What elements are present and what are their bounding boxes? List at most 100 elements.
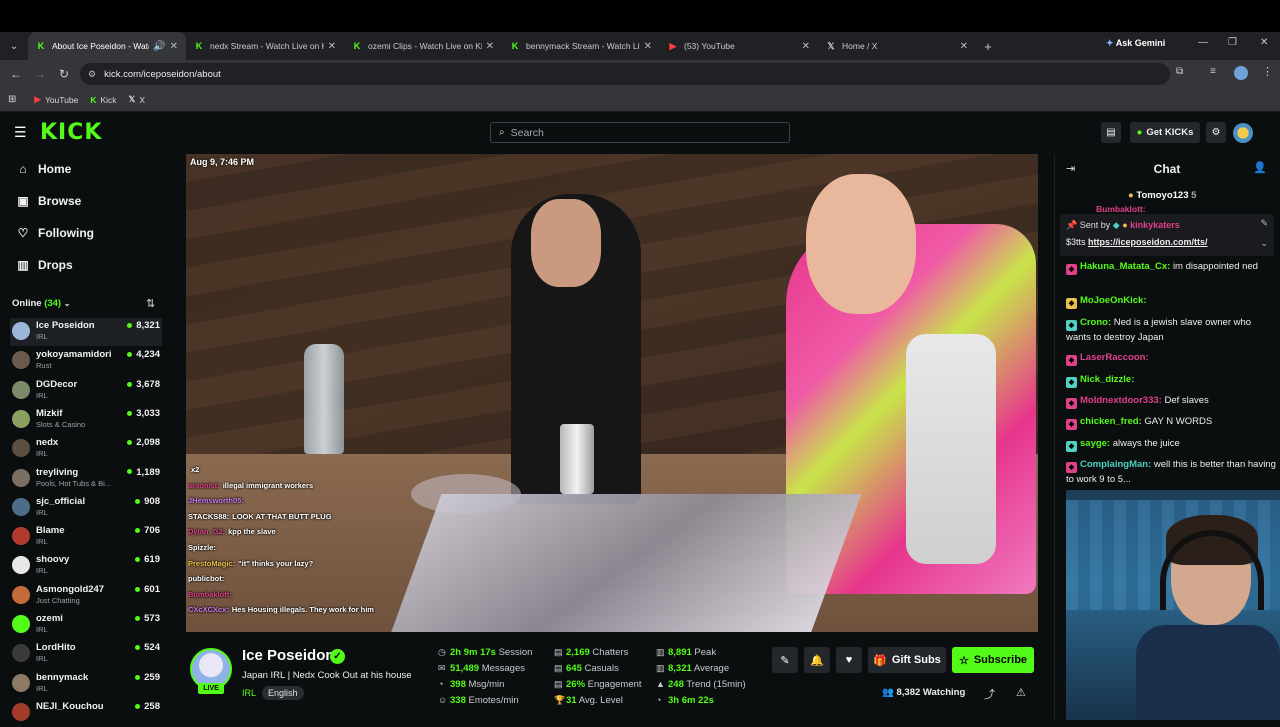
chat-username[interactable]: ComplaingMan: [1080,459,1151,470]
chat-message[interactable]: ◆ chicken_fred: GAY N WORDS [1066,415,1276,430]
overlay-chat-line: STACKS88: LOOK AT THAT BUTT PLUG [188,512,388,528]
stream-category[interactable]: IRL [242,688,256,698]
pinned-text: $3tts [1066,237,1086,247]
streamer-name[interactable]: Ice Poseidon [242,647,335,664]
chat-message[interactable]: ◆ Nick_dizzle: [1066,373,1276,388]
chat-message[interactable]: ◆ MoJoeOnKick: [1066,294,1276,309]
close-icon[interactable]: ✕ [644,41,652,52]
close-icon[interactable]: ✕ [328,41,336,52]
follow-heart-icon[interactable]: ♥ [836,647,862,673]
sidebar-channel-item[interactable]: ozemi IRL 573 [10,611,162,639]
audio-icon[interactable]: 🔊 [153,41,165,52]
sidebar-item-following[interactable]: ♡ Following [16,226,94,240]
sort-icon[interactable]: ⇅ [146,297,155,310]
chat-message[interactable]: ◆ Crono: Ned is a jewish slave owner who … [1066,316,1276,345]
share-icon[interactable]: ⤴ [984,686,995,702]
bell-icon[interactable]: 🔔 [804,647,830,673]
top-gifter[interactable]: ● Tomoyo123 5 [1128,190,1196,201]
pinned-link[interactable]: https://iceposeidon.com/tts/ [1088,237,1208,247]
chat-username[interactable]: Hakuna_Matata_Cx: [1080,261,1170,272]
gift-subs-button[interactable]: 🎁 Gift Subs [868,647,946,673]
close-icon[interactable]: ✕ [802,41,810,52]
close-window-button[interactable]: ✕ [1260,37,1268,48]
sidebar-channel-item[interactable]: Mizkif Slots & Casino 3,033 [10,406,162,434]
tab-ozemi[interactable]: K ozemi Clips - Watch Live on Ki ✕ [344,32,502,60]
tab-about-ice-poseidon[interactable]: K About Ice Poseidon - Watch 🔊 ✕ [28,32,186,60]
restore-button[interactable]: ❐ [1228,37,1237,48]
get-kicks-button[interactable]: ● Get KICKs [1130,122,1200,143]
sidebar-channel-item[interactable]: nedx IRL 2,098 [10,435,162,463]
hamburger-menu-icon[interactable]: ☰ [14,124,27,141]
close-icon[interactable]: ✕ [170,41,178,52]
chevron-down-icon[interactable]: ⌄ [1260,238,1268,249]
bookmark-youtube[interactable]: ▶ YouTube [34,94,78,105]
close-icon[interactable]: ✕ [486,41,494,52]
ask-gemini-button[interactable]: ✦ Ask Gemini [1106,38,1165,49]
sidebar-channel-item[interactable]: LordHito IRL 524 [10,640,162,668]
site-info-icon[interactable]: ⚙ [88,69,96,80]
forward-icon[interactable]: → [28,67,52,81]
chat-username[interactable]: MoJoeOnKick: [1080,295,1147,306]
url-field[interactable]: ⚙ kick.com/iceposeidon/about [80,63,1170,85]
chat-username[interactable]: chicken_fred: [1080,416,1142,427]
settings-gear-icon[interactable]: ⚙ [1206,122,1226,143]
sidebar-channel-item[interactable]: yokoyamamidori Rust 4,234 [10,347,162,375]
tab-youtube[interactable]: ▶ (53) YouTube ✕ [660,32,818,60]
back-icon[interactable]: ← [4,67,28,81]
new-tab-button[interactable]: + [976,39,1000,54]
channel-name: nedx [36,437,59,449]
user-avatar[interactable] [1233,123,1253,143]
sidebar-item-drops[interactable]: ▥ Drops [16,258,72,272]
sidebar-channel-item[interactable]: DGDecor IRL 3,678 [10,377,162,405]
tab-bennymack[interactable]: K bennymack Stream - Watch Liv ✕ [502,32,660,60]
kick-logo[interactable]: KICK [40,120,102,145]
close-icon[interactable]: ✕ [960,41,968,52]
chat-username[interactable]: LaserRaccoon: [1080,352,1149,363]
channel-name: Ice Poseidon [36,320,95,331]
online-header[interactable]: Online (34) ⌄ [12,298,70,309]
chat-message[interactable]: ◆ ComplaingMan: well this is better than … [1066,458,1276,487]
report-icon[interactable]: ⚠ [1016,686,1026,699]
sidebar-channel-item[interactable]: NEJI_Kouchou 258 [10,699,162,727]
chat-username[interactable]: Nick_dizzle: [1080,374,1134,385]
apps-icon[interactable]: ⊞ [8,94,16,105]
bookmark-x[interactable]: 𝕏X [129,94,146,105]
unpin-icon[interactable]: ✎ [1260,218,1268,229]
media-icon[interactable]: ≡ [1210,66,1216,77]
pinned-message[interactable]: 📌 Sent by ◆ ● kinkykaters $3tts https://… [1060,214,1274,256]
tab-x-home[interactable]: 𝕏 Home / X ✕ [818,32,976,60]
chat-username[interactable]: sayge: [1080,438,1110,449]
search-placeholder: Search [510,126,544,139]
sidebar-channel-item[interactable]: treyliving Pools, Hot Tubs & Bi... 1,189 [10,465,162,493]
menu-icon[interactable]: ⋮ [1262,65,1273,78]
sidebar-item-home[interactable]: ⌂ Home [16,162,71,176]
sidebar-channel-item[interactable]: bennymack IRL 259 [10,670,162,698]
stream-language-tag[interactable]: English [262,686,304,700]
sidebar-channel-item[interactable]: Blame IRL 706 [10,523,162,551]
subscribe-button[interactable]: ☆ Subscribe [952,647,1034,673]
sidebar-item-browse[interactable]: ▣ Browse [16,194,81,208]
sidebar-channel-item[interactable]: sjc_official IRL 908 [10,494,162,522]
extensions-icon[interactable]: ⧉ [1176,66,1183,77]
chat-message[interactable]: ◆ Moldnextdoor333: Def slaves [1066,394,1276,409]
chat-message[interactable]: ◆ sayge: always the juice [1066,437,1276,452]
gemini-icon: ✦ [1106,38,1114,48]
search-input[interactable]: ⌕ Search [490,122,790,143]
pin-icon[interactable]: ✎ [772,647,798,673]
chat-message[interactable]: ◆ Hakuna_Matata_Cx: im disappointed ned [1066,260,1276,275]
chat-message[interactable]: ◆ LaserRaccoon: [1066,351,1276,366]
chat-username[interactable]: Crono: [1080,317,1111,328]
tab-nedx[interactable]: K nedx Stream - Watch Live on Ki ✕ [186,32,344,60]
tab-search-button[interactable]: ⌄ [0,41,28,52]
chat-users-icon[interactable]: 👤 [1253,161,1267,174]
sidebar-channel-item[interactable]: Ice Poseidon IRL 8,321 [10,318,162,346]
video-scene-can [560,424,594,494]
profile-avatar[interactable] [1234,66,1248,80]
reload-icon[interactable]: ↻ [52,67,76,81]
sidebar-channel-item[interactable]: Asmongold247 Just Chatting 601 [10,582,162,610]
chat-username[interactable]: Moldnextdoor333: [1080,395,1162,406]
bookmark-kick[interactable]: K Kick [90,95,116,105]
sidebar-channel-item[interactable]: shoovy IRL 619 [10,552,162,580]
minimize-button[interactable]: — [1198,37,1208,48]
layout-icon[interactable]: ▤ [1101,122,1121,143]
